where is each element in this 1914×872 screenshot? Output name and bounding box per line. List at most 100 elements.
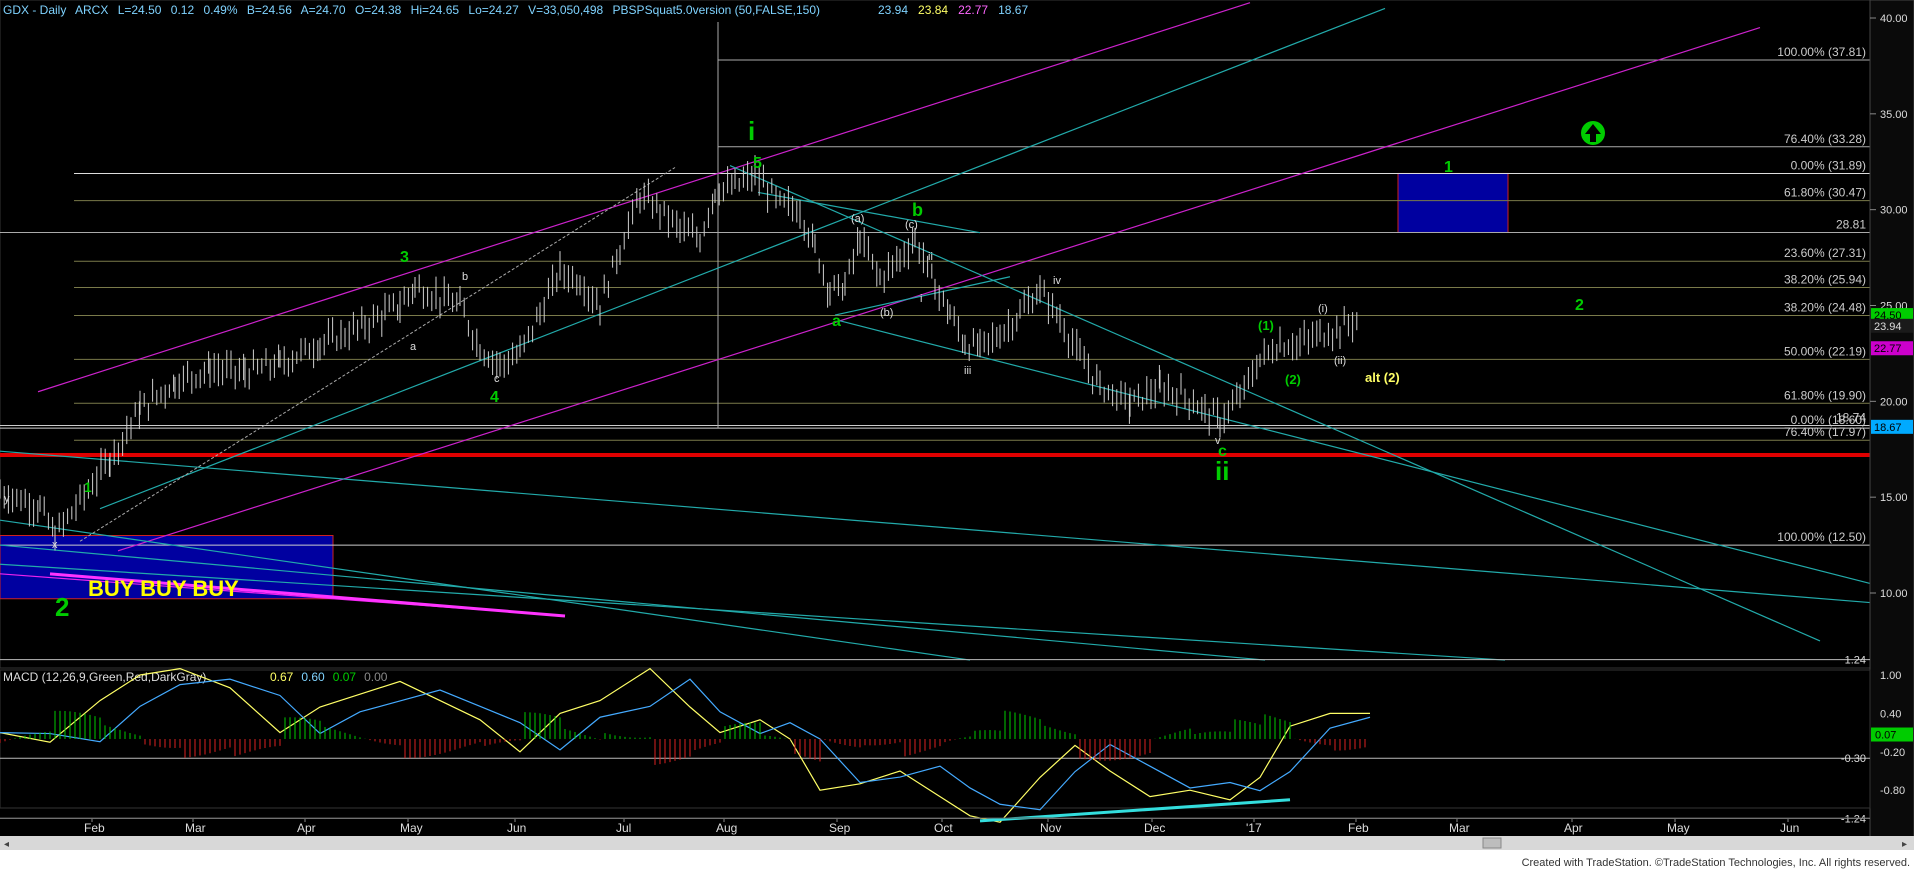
fib-level-label: 28.81 (1836, 217, 1866, 231)
wave-label: a (832, 313, 841, 330)
svg-text:GDX - Daily ARCX L: GDX - Daily ARCX L=24.50 0.12 0.49% B=24… (3, 3, 820, 17)
fib-level-label: 76.40% (17.97) (1784, 425, 1866, 439)
up-arrow-icon (1581, 121, 1605, 145)
scroll-right-icon[interactable]: ▸ (1902, 839, 1907, 850)
sub-wave-label: c (494, 373, 500, 385)
x-tick-label: Nov (1040, 821, 1061, 835)
wave-label: 5 (753, 155, 762, 172)
wave-label: i (748, 116, 755, 146)
sub-wave-label: b (462, 271, 468, 283)
y-tick-label: 35.00 (1880, 109, 1908, 121)
x-tick-label: Feb (84, 821, 105, 835)
sub-wave-label: a (410, 341, 417, 353)
sub-wave-label: i (920, 293, 922, 305)
macd-value: 0.67 (270, 670, 294, 684)
macd-level-label: 0.40 (1880, 708, 1901, 720)
macd-level-label: 1.00 (1880, 670, 1901, 682)
fib-level-label: 61.80% (30.47) (1784, 186, 1866, 200)
x-tick-label: Dec (1144, 821, 1165, 835)
wave-label: 2 (1575, 297, 1584, 314)
price-chart[interactable]: 100.00% (37.81) 76.40% (33.28) 0.00% (31.8… (0, 0, 1914, 872)
sub-wave-label: v (1215, 435, 1221, 447)
macd-level-label: 1.24 (1845, 655, 1866, 667)
macd-level-label: 0.07 (1875, 730, 1896, 742)
bid-label: B=24.56 (247, 3, 292, 17)
price-badge-label: 22.77 (1874, 343, 1902, 355)
sub-wave-label: (a) (851, 213, 864, 225)
wave-label: 1 (84, 479, 92, 495)
macd-value: 0.60 (301, 670, 325, 684)
target-box-right (1397, 172, 1509, 233)
x-tick-label: '17 (1246, 821, 1262, 835)
svg-text:MACD (12,26,9,Green,Red,DarkGr: MACD (12,26,9,Green,Red,DarkGray) (3, 670, 206, 684)
high-label: Hi=24.65 (411, 3, 460, 17)
sub-wave-label: x (52, 539, 58, 551)
wave-label: alt (2) (1365, 370, 1400, 385)
fib-level-label: 50.00% (22.19) (1784, 344, 1866, 358)
open-label: O=24.38 (355, 3, 402, 17)
sub-wave-label: (c) (905, 219, 918, 231)
sub-wave-label: ii (928, 251, 933, 263)
indicator-label: PBSPSquat5.0version (50,FALSE,150) (613, 3, 820, 17)
indicator-value: 22.77 (958, 3, 988, 17)
x-tick-label: Apr (297, 821, 316, 835)
fib-level-label: 38.20% (25.94) (1784, 272, 1866, 286)
wave-label: (1) (1258, 318, 1274, 333)
x-tick-label: Jun (507, 821, 526, 835)
wave-label: 3 (400, 249, 409, 266)
macd-value: 0.07 (333, 670, 357, 684)
sub-wave-label: (ii) (1334, 355, 1346, 367)
x-tick-label: May (1667, 821, 1690, 835)
macd-label: MACD (12,26,9,Green,Red,DarkGray) (3, 670, 206, 684)
low-label: Lo=24.27 (468, 3, 519, 17)
volume-label: V=33,050,498 (528, 3, 603, 17)
macd-level-label: -0.30 (1841, 753, 1866, 765)
ask-label: A=24.70 (301, 3, 346, 17)
scroll-left-icon[interactable]: ◂ (4, 839, 9, 850)
horizontal-scrollbar[interactable]: ◂ ▸ (0, 836, 1914, 850)
x-tick-label: Mar (1449, 821, 1470, 835)
change-label: 0.12 (171, 3, 195, 17)
wave-label: (2) (1285, 372, 1301, 387)
wave-label: 2 (55, 592, 69, 622)
fib-level-label: 100.00% (12.50) (1777, 530, 1866, 544)
x-tick-label: Mar (185, 821, 206, 835)
x-tick-label: Feb (1348, 821, 1369, 835)
macd-level-label: -0.20 (1880, 747, 1905, 759)
wave-label: 4 (490, 389, 499, 406)
x-tick-label: Sep (829, 821, 851, 835)
sub-wave-label: iii (964, 365, 971, 377)
price-badge-label: 18.67 (1874, 422, 1902, 434)
macd-level-label: -0.80 (1880, 785, 1905, 797)
price-pane[interactable]: 100.00% (37.81) 76.40% (33.28) 0.00% (31.8… (0, 0, 1871, 669)
macd-value: 0.00 (364, 670, 388, 684)
indicator-value: 18.67 (998, 3, 1028, 17)
wave-label: ii (1215, 456, 1229, 486)
fib-level-label: 76.40% (33.28) (1784, 132, 1866, 146)
exchange-label: ARCX (75, 3, 108, 17)
x-tick-label: Jul (616, 821, 631, 835)
x-tick-label: Jun (1780, 821, 1799, 835)
fib-level-label: 38.20% (24.48) (1784, 300, 1866, 314)
sub-wave-label: (i) (1318, 303, 1328, 315)
last-label: L=24.50 (118, 3, 162, 17)
scrollbar-thumb[interactable] (1482, 837, 1502, 849)
y-tick-label: 40.00 (1880, 13, 1908, 25)
indicator-value: 23.94 (878, 3, 908, 17)
fib-level-label: 61.80% (19.90) (1784, 388, 1866, 402)
wave-label: 1 (1444, 159, 1453, 176)
macd-level-label: -1.24 (1841, 813, 1866, 825)
symbol-label: GDX - Daily (3, 3, 66, 17)
fib-level-label: 23.60% (27.31) (1784, 246, 1866, 260)
macd-pane[interactable]: MACD (12,26,9,Green,Red,DarkGray) 0.67 0.… (0, 655, 1871, 826)
fib-level-label: 100.00% (37.81) (1777, 45, 1866, 59)
pct-label: 0.49% (203, 3, 237, 17)
x-tick-label: Aug (716, 821, 737, 835)
price-badge-label: 23.94 (1874, 321, 1902, 333)
y-tick-label: 10.00 (1880, 588, 1908, 600)
y-tick-label: 30.00 (1880, 205, 1908, 217)
wave-label: b (912, 200, 923, 220)
x-tick-label: Apr (1564, 821, 1583, 835)
fib-level-label: 0.00% (31.89) (1791, 158, 1866, 172)
y-tick-label: 15.00 (1880, 492, 1908, 504)
